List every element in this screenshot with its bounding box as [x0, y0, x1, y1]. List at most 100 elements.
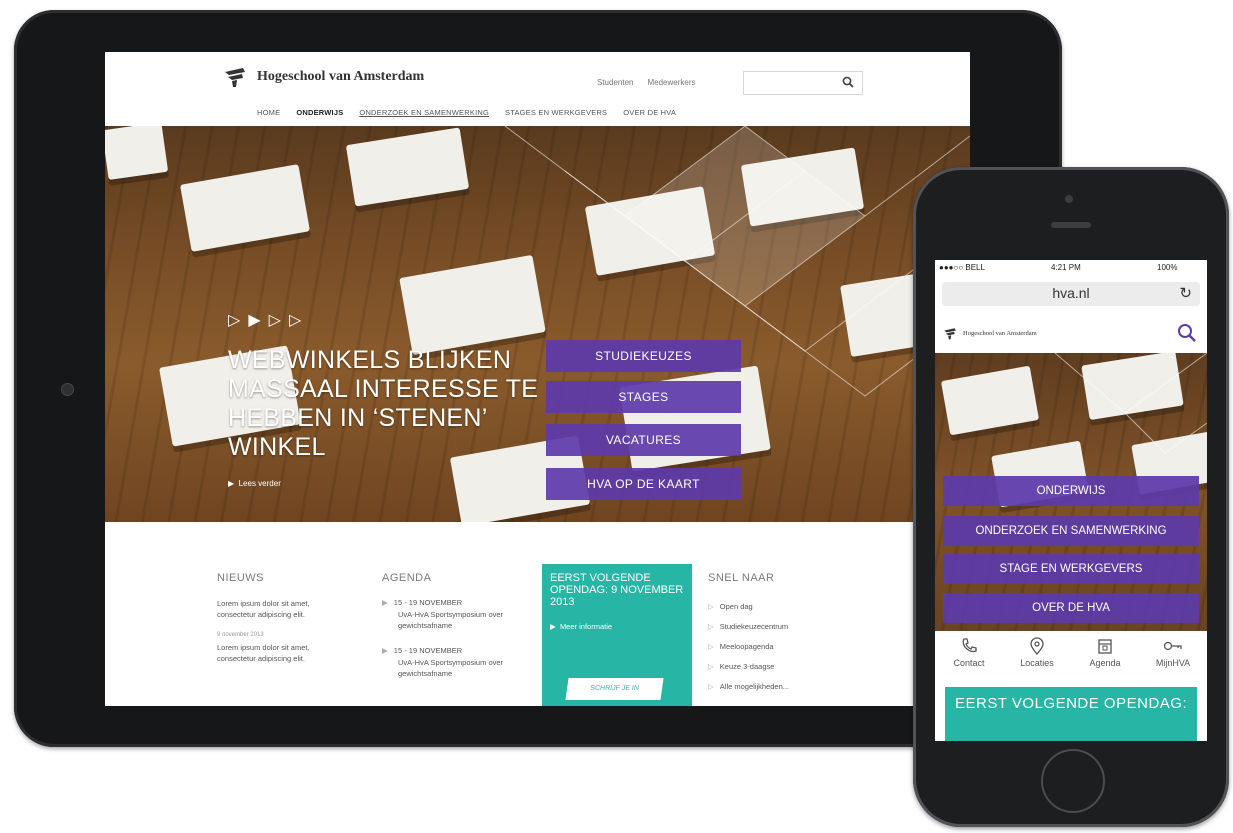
arrow-icon: ▷ [708, 602, 714, 611]
quick-links-bar: Contact Locaties Agenda MijnHVA [935, 631, 1207, 685]
mobile-opendag-title: EERST VOLGENDE OPENDAG: [955, 695, 1188, 712]
over-de-hva-button[interactable]: OVER DE HVA [943, 593, 1199, 623]
snel-naar-label: Open dag [719, 602, 753, 611]
read-more-link[interactable]: ▶ Lees verder [228, 479, 281, 488]
mobile-logo[interactable]: Hogeschool van Amsterdam [943, 327, 1037, 340]
agenda-date-label: 15 - 19 NOVEMBER [393, 598, 463, 607]
quick-link-label: Locaties [1020, 658, 1054, 668]
arrow-icon: ▷ [708, 662, 714, 671]
nav-stages[interactable]: STAGES EN WERKGEVERS [505, 108, 607, 117]
arrow-icon: ▶ [382, 598, 388, 607]
iphone-home-button[interactable] [1041, 749, 1105, 813]
hva-op-de-kaart-button[interactable]: HVA OP DE KAART [546, 468, 741, 500]
hero-headline[interactable]: WEBWINKELS BLIJKEN MASSAAL INTERESSE TE … [228, 346, 558, 462]
snel-naar-item[interactable]: ▷ Open dag [708, 602, 753, 611]
calendar-icon [1098, 639, 1112, 654]
play-icon: ▶ [550, 622, 560, 631]
main-nav: HOME ONDERWIJS ONDERZOEK EN SAMENWERKING… [257, 108, 676, 117]
ipad-home-button[interactable] [61, 383, 74, 396]
agenda-item-date: ▶ 15 - 19 NOVEMBER [382, 646, 462, 655]
agenda-item[interactable]: UvA-HvA Sportsymposium over gewichtsafna… [398, 609, 518, 631]
vacatures-button[interactable]: VACATURES [546, 424, 741, 456]
search-icon [842, 76, 854, 88]
arrow-icon: ▷ [708, 642, 714, 651]
arrow-icon: ▷ [708, 682, 714, 691]
snel-naar-title: SNEL NAAR [708, 572, 775, 584]
nieuws-item[interactable]: Lorem ipsum dolor sit amet, consectetur … [217, 642, 317, 664]
agenda-item-date: ▶ 15 - 19 NOVEMBER [382, 598, 462, 607]
quick-link-mijnhva[interactable]: MijnHVA [1141, 637, 1205, 668]
url-text: hva.nl [1052, 285, 1090, 301]
location-pin-icon [1030, 637, 1044, 655]
iphone-camera [1065, 195, 1073, 203]
carousel-controls: ▷ ▶ ▷ ▷ [228, 310, 301, 330]
status-time: 4:21 PM [1051, 263, 1081, 272]
read-more-label: Lees verder [238, 479, 281, 488]
nieuws-date: 9 november 2013 [217, 632, 264, 638]
search-input[interactable] [743, 71, 863, 95]
snel-naar-item[interactable]: ▷ Studiekeuzecentrum [708, 622, 788, 631]
iphone-speaker [1051, 222, 1091, 228]
hva-logo-icon [944, 328, 956, 340]
iphone-device: ●●●○○ BELL 4:21 PM 100% hva.nl ↻ Hogesch… [913, 167, 1229, 827]
snel-naar-label: Meeloopagenda [719, 642, 774, 651]
opendag-more-link[interactable]: ▶ Meer informatie [550, 622, 612, 631]
nieuws-item[interactable]: Lorem ipsum dolor sit amet, consectetur … [217, 598, 325, 620]
opendag-title: EERST VOLGENDE OPENDAG: 9 NOVEMBER 2013 [550, 572, 684, 608]
carousel-prev-icon[interactable]: ▷ [228, 310, 240, 330]
agenda-date-label: 15 - 19 NOVEMBER [393, 646, 463, 655]
mobile-logo-text: Hogeschool van Amsterdam [963, 330, 1037, 337]
mobile-opendag-box[interactable]: EERST VOLGENDE OPENDAG: [945, 687, 1197, 741]
quick-link-label: MijnHVA [1155, 658, 1191, 668]
opendag-box: EERST VOLGENDE OPENDAG: 9 NOVEMBER 2013 … [542, 564, 692, 706]
stage-werkgevers-button[interactable]: STAGE EN WERKGEVERS [943, 554, 1199, 584]
schrijf-je-in-button[interactable]: SCHRIJF JE IN [565, 678, 664, 700]
mobile-header: Hogeschool van Amsterdam [935, 315, 1207, 353]
link-medewerkers[interactable]: Medewerkers [647, 78, 695, 87]
arrow-icon: ▷ [708, 622, 714, 631]
arrow-icon: ▶ [382, 646, 388, 655]
status-carrier: ●●●○○ BELL [939, 263, 985, 272]
onderzoek-button[interactable]: ONDERZOEK EN SAMENWERKING [943, 516, 1199, 546]
iphone-screen: ●●●○○ BELL 4:21 PM 100% hva.nl ↻ Hogesch… [935, 260, 1207, 741]
carousel-play-icon[interactable]: ▶ [248, 310, 260, 330]
hero-banner: ▷ ▶ ▷ ▷ WEBWINKELS BLIJKEN MASSAAL INTER… [105, 126, 970, 522]
onderwijs-button[interactable]: ONDERWIJS [943, 476, 1199, 506]
snel-naar-item[interactable]: ▷ Meeloopagenda [708, 642, 774, 651]
nav-home[interactable]: HOME [257, 108, 280, 117]
play-icon: ▶ [228, 479, 239, 488]
reload-icon[interactable]: ↻ [1179, 284, 1192, 302]
logo-text: Hogeschool van Amsterdam [257, 69, 425, 84]
agenda-title: AGENDA [382, 572, 432, 584]
carousel-next-icon[interactable]: ▷ [269, 310, 281, 330]
snel-naar-label: Studiekeuzecentrum [719, 622, 789, 631]
site-header: Hogeschool van Amsterdam Studenten Medew… [105, 52, 970, 126]
snel-naar-item[interactable]: ▷ Alle mogelijkheden... [708, 682, 789, 691]
snel-naar-item[interactable]: ▷ Keuze 3-daagse [708, 662, 774, 671]
stages-button[interactable]: STAGES [546, 381, 741, 413]
ipad-screen: Hogeschool van Amsterdam Studenten Medew… [105, 52, 970, 706]
hva-logo-icon [225, 68, 245, 87]
carousel-step-icon[interactable]: ▷ [289, 310, 301, 330]
snel-naar-label: Alle mogelijkheden... [719, 682, 789, 691]
agenda-item[interactable]: UvA-HvA Sportsymposium over gewichtsafna… [398, 657, 518, 679]
quick-link-label: Agenda [1089, 658, 1121, 668]
address-bar[interactable]: hva.nl ↻ [942, 282, 1200, 306]
status-battery: 100% [1157, 263, 1178, 272]
quick-link-contact[interactable]: Contact [937, 637, 1001, 668]
search-icon[interactable] [1177, 323, 1197, 343]
link-studenten[interactable]: Studenten [597, 78, 633, 87]
phone-icon [962, 638, 977, 653]
snel-naar-label: Keuze 3-daagse [719, 662, 775, 671]
quick-link-locaties[interactable]: Locaties [1005, 637, 1069, 668]
studiekeuzes-button[interactable]: STUDIEKEUZES [546, 340, 741, 372]
status-bar: ●●●○○ BELL 4:21 PM 100% [935, 260, 1207, 274]
nav-onderzoek[interactable]: ONDERZOEK EN SAMENWERKING [359, 108, 489, 117]
key-icon [1163, 641, 1182, 651]
quick-link-agenda[interactable]: Agenda [1073, 637, 1137, 668]
nav-over[interactable]: OVER DE HVA [623, 108, 676, 117]
nav-onderwijs[interactable]: ONDERWIJS [296, 108, 343, 117]
hva-logo[interactable]: Hogeschool van Amsterdam [223, 66, 424, 88]
opendag-more-label: Meer informatie [559, 622, 613, 631]
mobile-hero: ONDERWIJS ONDERZOEK EN SAMENWERKING STAG… [935, 353, 1207, 631]
